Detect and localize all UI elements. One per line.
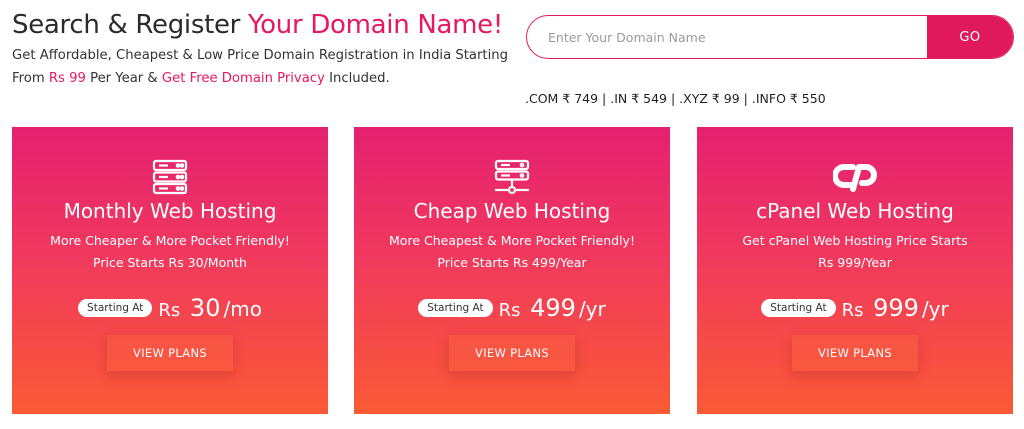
- price-currency: Rs: [498, 300, 521, 321]
- card-desc-line-1: More Cheaper & More Pocket Friendly!: [50, 233, 290, 248]
- price-amount: 499: [530, 294, 576, 322]
- starting-at-badge: Starting At: [418, 299, 493, 317]
- card-desc-line-1: More Cheapest & More Pocket Friendly!: [389, 233, 635, 248]
- price-period: /yr: [578, 297, 606, 321]
- view-plans-button[interactable]: VIEW PLANS: [792, 335, 918, 371]
- tld-price-list: .COM ₹ 749 | .IN ₹ 549 | .XYZ ₹ 99 | .IN…: [525, 91, 826, 106]
- price-currency: Rs: [841, 300, 864, 321]
- subtitle-privacy-link[interactable]: Get Free Domain Privacy: [162, 71, 325, 86]
- page-title: Search & Register Your Domain Name!: [12, 10, 503, 40]
- subtitle-from: From: [12, 71, 49, 86]
- title-accent: Your Domain Name!: [248, 10, 503, 40]
- card-title: Cheap Web Hosting: [413, 199, 611, 223]
- card-monthly-web-hosting: Monthly Web Hosting More Cheaper & More …: [12, 127, 328, 414]
- card-cpanel-web-hosting: cPanel Web Hosting Get cPanel Web Hostin…: [697, 127, 1013, 414]
- price-period: /yr: [921, 297, 949, 321]
- view-plans-button[interactable]: VIEW PLANS: [449, 335, 575, 371]
- card-price: Rs 999/yr: [842, 294, 949, 322]
- card-price: Rs 30/mo: [158, 294, 262, 322]
- card-desc-line-2: Price Starts Rs 30/Month: [93, 255, 247, 270]
- card-title: cPanel Web Hosting: [756, 199, 954, 223]
- server-stack-icon: [152, 159, 188, 195]
- subtitle-line-1: Get Affordable, Cheapest & Low Price Dom…: [12, 48, 508, 63]
- view-plans-button[interactable]: VIEW PLANS: [107, 335, 233, 371]
- card-desc-line-2: Rs 999/Year: [818, 255, 892, 270]
- card-desc-line-1: Get cPanel Web Hosting Price Starts: [742, 233, 968, 248]
- card-description: More Cheaper & More Pocket Friendly! Pri…: [12, 230, 328, 274]
- price-amount: 30: [189, 294, 221, 322]
- card-description: More Cheapest & More Pocket Friendly! Pr…: [354, 230, 670, 274]
- title-prefix: Search & Register: [12, 10, 249, 40]
- price-period: /mo: [223, 297, 262, 321]
- subtitle-per-year: Per Year &: [85, 71, 162, 86]
- card-cheap-web-hosting: Cheap Web Hosting More Cheapest & More P…: [354, 127, 670, 414]
- cpanel-logo-icon: [833, 164, 877, 192]
- card-price: Rs 499/yr: [499, 294, 606, 322]
- domain-search-bar: GO: [526, 15, 1014, 59]
- server-network-icon: [494, 159, 530, 195]
- subtitle-included: Included.: [324, 71, 390, 86]
- card-title: Monthly Web Hosting: [63, 199, 277, 223]
- starting-at-badge: Starting At: [78, 299, 153, 317]
- hero-subtitle: Get Affordable, Cheapest & Low Price Dom…: [12, 44, 512, 90]
- card-description: Get cPanel Web Hosting Price Starts Rs 9…: [697, 230, 1013, 274]
- price-amount: 999: [873, 294, 919, 322]
- subtitle-price: Rs 99: [48, 71, 86, 86]
- card-price-row: Starting At Rs 499/yr: [354, 294, 670, 322]
- starting-at-badge: Starting At: [761, 299, 836, 317]
- go-button[interactable]: GO: [927, 16, 1013, 58]
- card-desc-line-2: Price Starts Rs 499/Year: [437, 255, 587, 270]
- card-price-row: Starting At Rs 999/yr: [697, 294, 1013, 322]
- card-price-row: Starting At Rs 30/mo: [12, 294, 328, 322]
- price-currency: Rs: [158, 300, 181, 321]
- domain-search-input[interactable]: [527, 16, 927, 58]
